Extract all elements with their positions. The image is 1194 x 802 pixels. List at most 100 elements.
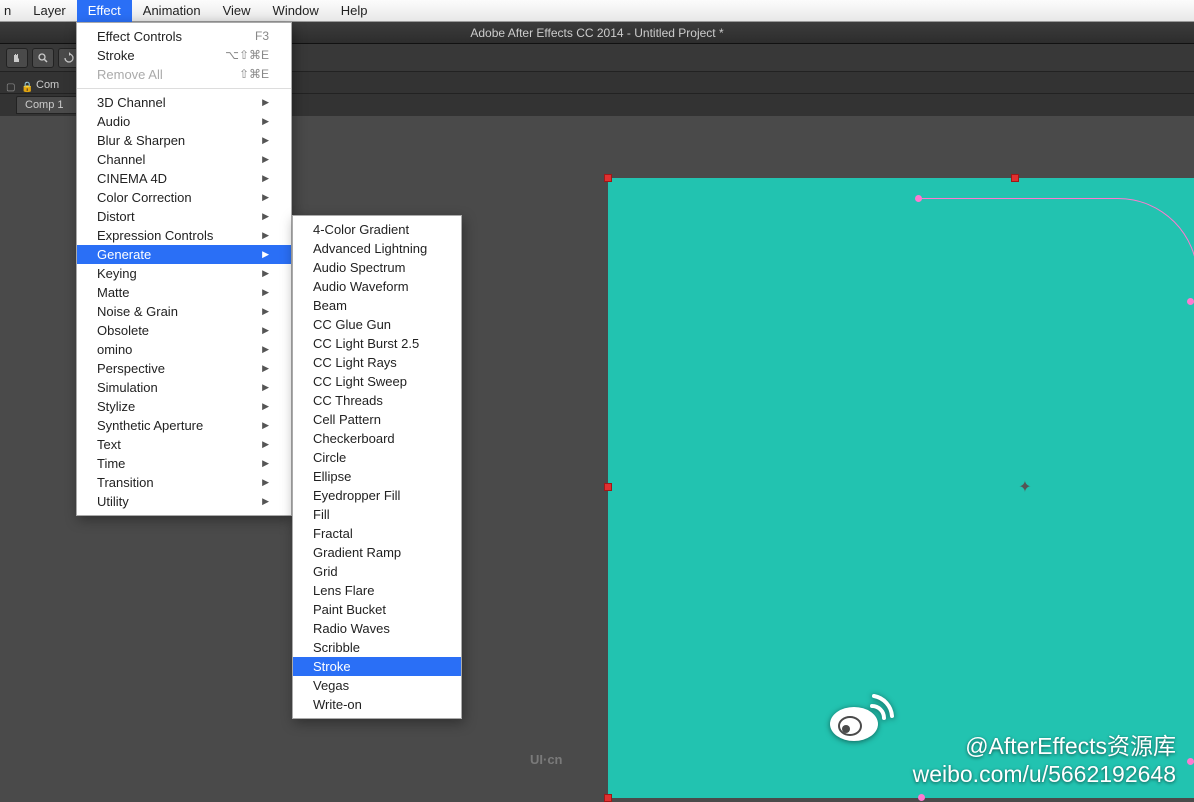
submenu-item-label: CC Light Rays — [313, 353, 397, 372]
menu-item-time[interactable]: Time▶ — [77, 454, 291, 473]
menu-item-synthetic-aperture[interactable]: Synthetic Aperture▶ — [77, 416, 291, 435]
bbox-handle[interactable] — [604, 794, 612, 802]
menu-view[interactable]: View — [212, 0, 262, 22]
submenu-item-audio-spectrum[interactable]: Audio Spectrum — [293, 258, 461, 277]
menu-animation[interactable]: Animation — [132, 0, 212, 22]
solid-layer[interactable]: ✦ — [608, 178, 1194, 798]
submenu-item-label: Vegas — [313, 676, 349, 695]
menu-item-generate[interactable]: Generate▶ — [77, 245, 291, 264]
menu-item-transition[interactable]: Transition▶ — [77, 473, 291, 492]
menu-item-cinema-4d[interactable]: CINEMA 4D ▶ — [77, 169, 291, 188]
submenu-item-label: Grid — [313, 562, 338, 581]
menu-item-noise-grain[interactable]: Noise & Grain▶ — [77, 302, 291, 321]
menu-item-shortcut: F3 — [255, 27, 269, 46]
submenu-item-eyedropper-fill[interactable]: Eyedropper Fill — [293, 486, 461, 505]
menu-item-remove-all: Remove All ⇧⌘E — [77, 65, 291, 84]
submenu-item-cc-glue-gun[interactable]: CC Glue Gun — [293, 315, 461, 334]
submenu-item-gradient-ramp[interactable]: Gradient Ramp — [293, 543, 461, 562]
tool-zoom-icon[interactable] — [32, 48, 54, 68]
submenu-arrow-icon: ▶ — [262, 93, 269, 112]
submenu-item-cc-light-burst-2-5[interactable]: CC Light Burst 2.5 — [293, 334, 461, 353]
menu-item-label: Channel — [97, 150, 145, 169]
menu-item-perspective[interactable]: Perspective▶ — [77, 359, 291, 378]
menu-item-audio[interactable]: Audio▶ — [77, 112, 291, 131]
submenu-item-label: CC Glue Gun — [313, 315, 391, 334]
menu-item-omino[interactable]: omino ▶ — [77, 340, 291, 359]
path-vertex[interactable] — [1187, 298, 1194, 305]
submenu-item-lens-flare[interactable]: Lens Flare — [293, 581, 461, 600]
path-vertex[interactable] — [915, 195, 922, 202]
anchor-point-icon[interactable]: ✦ — [1018, 481, 1032, 495]
menu-item-color-correction[interactable]: Color Correction▶ — [77, 188, 291, 207]
submenu-item-vegas[interactable]: Vegas — [293, 676, 461, 695]
submenu-item-circle[interactable]: Circle — [293, 448, 461, 467]
submenu-item-ellipse[interactable]: Ellipse — [293, 467, 461, 486]
bbox-handle[interactable] — [604, 483, 612, 491]
menu-item-channel[interactable]: Channel▶ — [77, 150, 291, 169]
submenu-item-radio-waves[interactable]: Radio Waves — [293, 619, 461, 638]
submenu-item-4-color-gradient[interactable]: 4-Color Gradient — [293, 220, 461, 239]
menu-item-keying[interactable]: Keying▶ — [77, 264, 291, 283]
menu-item-matte[interactable]: Matte▶ — [77, 283, 291, 302]
menu-item-simulation[interactable]: Simulation▶ — [77, 378, 291, 397]
menu-item-label: omino — [97, 340, 132, 359]
panel-tab-label[interactable]: Com — [36, 79, 59, 91]
bbox-handle[interactable] — [604, 174, 612, 182]
submenu-item-grid[interactable]: Grid — [293, 562, 461, 581]
path-vertex[interactable] — [918, 794, 925, 801]
menu-item-label: Distort — [97, 207, 135, 226]
submenu-item-beam[interactable]: Beam — [293, 296, 461, 315]
menu-item-shortcut: ⇧⌘E — [239, 65, 269, 84]
submenu-item-label: Paint Bucket — [313, 600, 386, 619]
menu-item-stylize[interactable]: Stylize▶ — [77, 397, 291, 416]
app-title: Adobe After Effects CC 2014 - Untitled P… — [470, 26, 723, 40]
submenu-item-fractal[interactable]: Fractal — [293, 524, 461, 543]
path-vertex[interactable] — [1187, 758, 1194, 765]
menu-item-utility[interactable]: Utility▶ — [77, 492, 291, 511]
menu-item-label: Expression Controls — [97, 226, 213, 245]
menu-item-effect-controls[interactable]: Effect Controls F3 — [77, 27, 291, 46]
submenu-item-cc-threads[interactable]: CC Threads — [293, 391, 461, 410]
menu-effect[interactable]: Effect — [77, 0, 132, 22]
menu-item-label: CINEMA 4D — [97, 169, 167, 188]
comp-tab[interactable]: Comp 1 — [16, 96, 85, 114]
submenu-item-fill[interactable]: Fill — [293, 505, 461, 524]
menu-item-last-effect[interactable]: Stroke ⌥⇧⌘E — [77, 46, 291, 65]
submenu-item-cc-light-rays[interactable]: CC Light Rays — [293, 353, 461, 372]
menu-item-label: Transition — [97, 473, 154, 492]
submenu-item-audio-waveform[interactable]: Audio Waveform — [293, 277, 461, 296]
submenu-item-label: Write-on — [313, 695, 362, 714]
menu-layer[interactable]: Layer — [22, 0, 77, 22]
bbox-handle[interactable] — [1011, 174, 1019, 182]
menu-help[interactable]: Help — [330, 0, 379, 22]
submenu-item-cc-light-sweep[interactable]: CC Light Sweep — [293, 372, 461, 391]
tool-hand-icon[interactable] — [6, 48, 28, 68]
menu-item-obsolete[interactable]: Obsolete▶ — [77, 321, 291, 340]
menu-item-text[interactable]: Text▶ — [77, 435, 291, 454]
menu-window[interactable]: Window — [262, 0, 330, 22]
menu-item-distort[interactable]: Distort▶ — [77, 207, 291, 226]
lock-icon[interactable] — [21, 77, 34, 90]
submenu-arrow-icon: ▶ — [262, 416, 269, 435]
mask-path[interactable] — [918, 198, 1194, 798]
submenu-item-advanced-lightning[interactable]: Advanced Lightning — [293, 239, 461, 258]
submenu-item-cell-pattern[interactable]: Cell Pattern — [293, 410, 461, 429]
submenu-arrow-icon: ▶ — [262, 454, 269, 473]
submenu-item-checkerboard[interactable]: Checkerboard — [293, 429, 461, 448]
submenu-item-scribble[interactable]: Scribble — [293, 638, 461, 657]
menu-item-label: Blur & Sharpen — [97, 131, 185, 150]
menu-item-expression-controls[interactable]: Expression Controls▶ — [77, 226, 291, 245]
submenu-item-paint-bucket[interactable]: Paint Bucket — [293, 600, 461, 619]
menu-item-label: Effect Controls — [97, 27, 182, 46]
menu-item-label: Stylize — [97, 397, 135, 416]
submenu-arrow-icon: ▶ — [262, 169, 269, 188]
submenu-item-label: Eyedropper Fill — [313, 486, 400, 505]
submenu-item-label: Beam — [313, 296, 347, 315]
menu-item-3d-channel[interactable]: 3D Channel▶ — [77, 93, 291, 112]
submenu-item-write-on[interactable]: Write-on — [293, 695, 461, 714]
submenu-item-stroke[interactable]: Stroke — [293, 657, 461, 676]
menu-prev-partial[interactable]: n — [0, 0, 22, 22]
submenu-arrow-icon: ▶ — [262, 112, 269, 131]
menu-item-blur-sharpen[interactable]: Blur & Sharpen▶ — [77, 131, 291, 150]
submenu-arrow-icon: ▶ — [262, 340, 269, 359]
